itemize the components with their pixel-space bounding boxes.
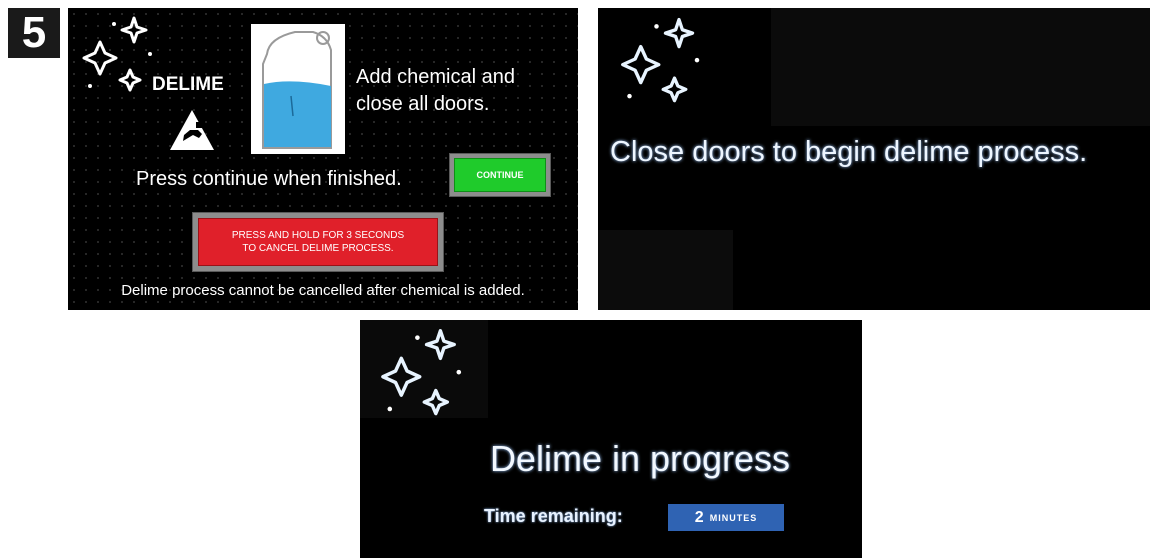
- dark-panel: [598, 230, 733, 310]
- time-remaining-value: 2 MINUTES: [668, 504, 784, 531]
- time-remaining-label: Time remaining:: [484, 506, 623, 526]
- cancel-button-face[interactable]: PRESS AND HOLD FOR 3 SECONDS TO CANCEL D…: [198, 218, 438, 266]
- time-value: 2: [694, 508, 704, 526]
- time-unit: MINUTES: [709, 512, 758, 523]
- sparkle-icon: [621, 17, 700, 103]
- screen-delime-progress: Delime in progress Time remaining: 2 MIN…: [360, 320, 862, 558]
- cancel-delime-button[interactable]: PRESS AND HOLD FOR 3 SECONDS TO CANCEL D…: [192, 212, 444, 272]
- delime-progress-title: Delime in progress: [489, 438, 791, 479]
- dark-panel: [771, 8, 1150, 126]
- cancel-warning-note: Delime process cannot be cancelled after…: [121, 282, 525, 299]
- step-number-badge: 5: [8, 8, 60, 58]
- instruction-line-1: Add chemical and: [356, 66, 515, 88]
- cancel-line-1: PRESS AND HOLD FOR 3 SECONDS: [231, 230, 405, 241]
- delime-label: DELIME: [152, 74, 224, 95]
- chemical-jug-card: [251, 24, 345, 154]
- screen-close-doors: Close doors to begin delime process.: [598, 8, 1150, 310]
- close-doors-message: Close doors to begin delime process.: [610, 136, 1088, 168]
- cancel-line-2: TO CANCEL DELIME PROCESS.: [242, 243, 394, 254]
- sparkle-icon: [381, 329, 462, 416]
- continue-button[interactable]: CONTINUE: [449, 153, 551, 197]
- hand-hazard-icon: [170, 110, 214, 150]
- screen-add-chemical: DELIME Add chemical and close all doors.…: [68, 8, 578, 310]
- sparkle-icon: [82, 16, 152, 92]
- press-continue-text: Press continue when finished.: [136, 168, 402, 190]
- instruction-text: Add chemical and close all doors.: [356, 64, 515, 118]
- instruction-line-2: close all doors.: [356, 93, 490, 115]
- continue-button-label[interactable]: CONTINUE: [454, 158, 546, 192]
- chemical-jug-icon: [262, 31, 332, 149]
